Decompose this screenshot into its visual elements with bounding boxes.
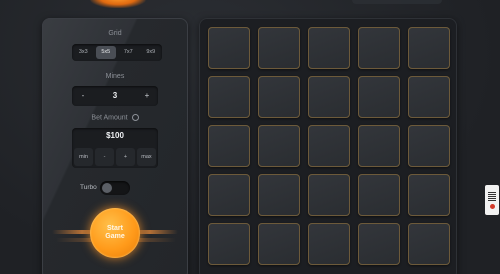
grid-option-9x9[interactable]: 9x9 <box>141 46 161 59</box>
board-tile[interactable] <box>258 27 300 69</box>
grid-option-5x5[interactable]: 5x5 <box>95 46 116 59</box>
mines-label: Mines <box>105 73 125 80</box>
turbo-toggle-knob <box>102 183 112 193</box>
board-tile[interactable] <box>308 174 350 216</box>
bet-decrease-button[interactable]: - <box>95 148 114 166</box>
board-tile[interactable] <box>258 174 300 216</box>
board-tile[interactable] <box>308 223 350 265</box>
board-tile[interactable] <box>208 174 250 216</box>
board-tile[interactable] <box>408 125 450 167</box>
board-tile[interactable] <box>308 27 350 69</box>
board-tile[interactable] <box>408 174 450 216</box>
board-tile[interactable] <box>358 27 400 69</box>
info-icon[interactable] <box>131 114 139 121</box>
bet-increase-button[interactable]: + <box>116 148 135 166</box>
control-panel: Grid 3x3 5x5 7x7 9x9 Mines - 3 + Bet Amo… <box>42 18 188 274</box>
board-tile[interactable] <box>258 125 300 167</box>
board-tile[interactable] <box>258 223 300 265</box>
mines-board <box>199 18 457 274</box>
mines-stepper: - 3 + <box>72 86 158 106</box>
board-tile[interactable] <box>358 76 400 118</box>
board-tile[interactable] <box>208 76 250 118</box>
board-tile[interactable] <box>358 125 400 167</box>
bet-amount-label: Bet Amount <box>42 114 188 121</box>
grid-option-3x3[interactable]: 3x3 <box>73 46 93 59</box>
game-logo <box>90 0 146 8</box>
bet-min-button[interactable]: min <box>74 148 93 166</box>
board-tile[interactable] <box>208 125 250 167</box>
board-tile[interactable] <box>358 223 400 265</box>
board-tile[interactable] <box>208 27 250 69</box>
start-game-button[interactable]: Start Game <box>90 208 140 258</box>
board-tile[interactable] <box>308 125 350 167</box>
mines-value: 3 <box>112 91 118 100</box>
board-tile[interactable] <box>408 223 450 265</box>
board-tile[interactable] <box>408 27 450 69</box>
board-tile[interactable] <box>258 76 300 118</box>
turbo-label: Turbo <box>80 184 97 191</box>
board-tile[interactable] <box>208 223 250 265</box>
board-tile[interactable] <box>408 76 450 118</box>
board-tile[interactable] <box>358 174 400 216</box>
start-game-label: Start Game <box>105 225 125 240</box>
side-logo-badge[interactable] <box>485 185 499 215</box>
badge-dot-icon <box>489 203 495 209</box>
board-tile[interactable] <box>308 76 350 118</box>
grid-option-7x7[interactable]: 7x7 <box>118 46 138 59</box>
grid-size-selector: 3x3 5x5 7x7 9x9 <box>72 44 162 61</box>
turbo-toggle[interactable] <box>100 181 130 195</box>
mines-decrease-button[interactable]: - <box>74 86 92 106</box>
game-screen: Grid 3x3 5x5 7x7 9x9 Mines - 3 + Bet Amo… <box>0 0 500 274</box>
header-bar <box>352 0 442 4</box>
bet-max-button[interactable]: max <box>137 148 156 166</box>
grid-label: Grid <box>108 30 122 37</box>
mines-increase-button[interactable]: + <box>138 86 156 106</box>
bet-adjust-row: min - + max <box>74 148 156 166</box>
badge-qr-icon <box>488 191 496 202</box>
bet-amount-box: $100 min - + max <box>72 128 158 168</box>
bet-amount-value[interactable]: $100 <box>72 131 158 140</box>
